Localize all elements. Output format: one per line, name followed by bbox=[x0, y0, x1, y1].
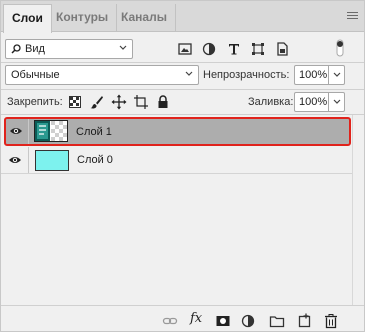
layers-scrollbar[interactable] bbox=[352, 115, 364, 306]
layer-0-name[interactable]: Слой 0 bbox=[77, 154, 113, 166]
tab-layers[interactable]: Слои bbox=[3, 4, 52, 33]
chevron-down-icon bbox=[333, 72, 341, 77]
lock-label: Закрепить: bbox=[7, 96, 63, 108]
new-layer-icon[interactable] bbox=[296, 313, 312, 329]
chevron-down-icon bbox=[119, 45, 127, 50]
link-layers-icon[interactable] bbox=[162, 313, 178, 329]
fill-input[interactable]: 100% bbox=[294, 92, 329, 112]
tab-paths[interactable]: Контуры bbox=[48, 4, 118, 32]
fx-icon[interactable]: fx bbox=[190, 311, 202, 326]
smart-object-filter-icon[interactable] bbox=[274, 41, 290, 57]
layer-1-thumbnail bbox=[34, 120, 68, 142]
tab-channels[interactable]: Каналы bbox=[113, 4, 176, 32]
opacity-dropdown-button[interactable] bbox=[329, 65, 345, 85]
divider bbox=[1, 114, 364, 115]
opacity-label: Непрозрачность: bbox=[203, 69, 290, 81]
new-adjustment-icon[interactable] bbox=[240, 313, 256, 329]
opacity-input[interactable]: 100% bbox=[294, 65, 329, 85]
divider bbox=[1, 89, 364, 90]
tab-bar: Слои Контуры Каналы bbox=[1, 1, 364, 33]
visibility-toggle[interactable] bbox=[3, 119, 29, 144]
lock-all-icon[interactable] bbox=[155, 94, 171, 110]
filter-kind-label: Вид bbox=[25, 43, 45, 55]
divider bbox=[1, 62, 364, 63]
type-filter-icon[interactable] bbox=[226, 41, 242, 57]
add-mask-icon[interactable] bbox=[215, 313, 231, 329]
shape-filter-icon[interactable] bbox=[250, 41, 266, 57]
lock-artboard-icon[interactable] bbox=[133, 94, 149, 110]
bottom-toolbar: fx bbox=[1, 305, 364, 331]
fill-label: Заливка: bbox=[248, 96, 294, 108]
delete-icon[interactable] bbox=[323, 313, 339, 329]
filter-toggle-icon[interactable] bbox=[334, 38, 346, 58]
layers-panel: Слои Контуры Каналы Вид Обычные Непрозра… bbox=[0, 0, 365, 332]
lock-transparent-pixels-icon[interactable] bbox=[67, 94, 83, 110]
adjustment-filter-icon[interactable] bbox=[201, 41, 217, 57]
eye-icon bbox=[10, 128, 22, 134]
blend-mode-dropdown[interactable]: Обычные bbox=[5, 65, 199, 85]
transparent-thumbnail-icon bbox=[35, 121, 67, 141]
new-group-icon[interactable] bbox=[269, 313, 285, 329]
image-filter-icon[interactable] bbox=[177, 41, 193, 57]
lock-position-icon[interactable] bbox=[111, 94, 127, 110]
layer-1-name[interactable]: Слой 1 bbox=[76, 126, 112, 138]
layer-row-layer-0[interactable]: Слой 0 bbox=[1, 147, 352, 174]
layer-0-thumbnail bbox=[35, 150, 69, 171]
lock-image-pixels-icon[interactable] bbox=[89, 94, 105, 110]
blend-mode-value: Обычные bbox=[11, 69, 60, 81]
search-icon bbox=[11, 44, 21, 54]
eye-icon bbox=[9, 157, 21, 163]
chevron-down-icon bbox=[185, 71, 193, 76]
layer-filter-dropdown[interactable]: Вид bbox=[5, 39, 133, 59]
layer-row-layer-1[interactable]: Слой 1 bbox=[4, 117, 351, 146]
chevron-down-icon bbox=[333, 99, 341, 104]
visibility-toggle[interactable] bbox=[1, 147, 29, 173]
fill-dropdown-button[interactable] bbox=[329, 92, 345, 112]
panel-menu-icon[interactable] bbox=[347, 12, 358, 21]
